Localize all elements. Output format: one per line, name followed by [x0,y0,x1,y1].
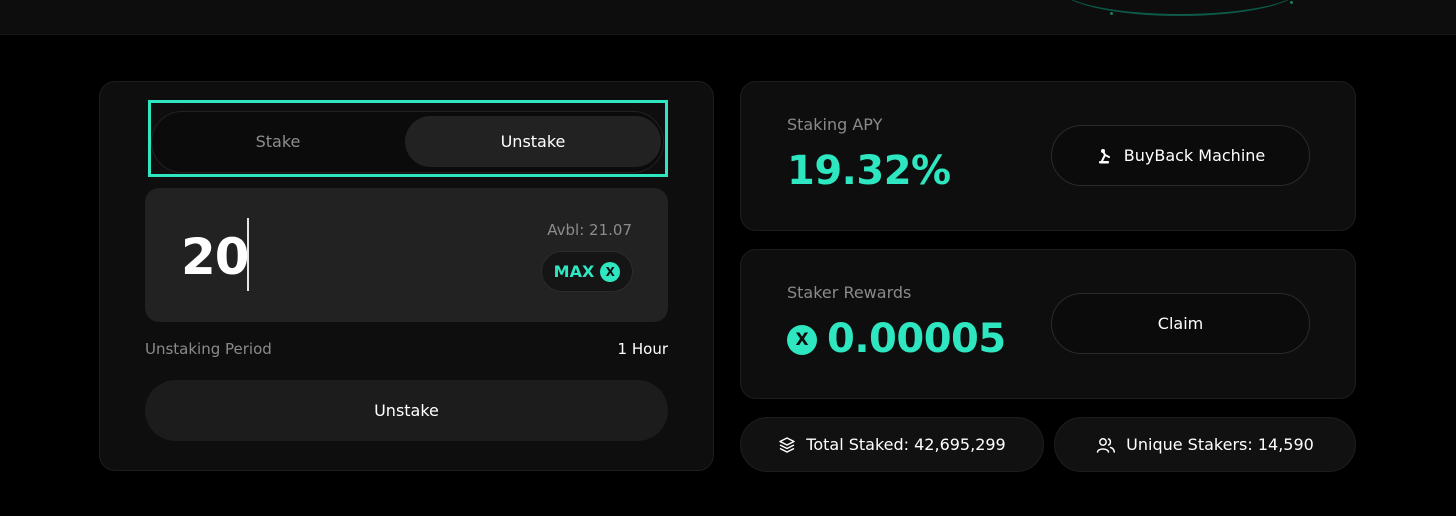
unique-stakers-text: Unique Stakers: 14,590 [1126,435,1314,454]
amount-input[interactable]: 20 [181,222,250,292]
glow-dot [1110,12,1113,15]
max-label: MAX [553,262,595,281]
unstaking-period-label: Unstaking Period [145,340,272,358]
total-staked-text: Total Staked: 42,695,299 [806,435,1006,454]
x-token-icon: X [787,325,817,355]
total-staked-stat: Total Staked: 42,695,299 [740,417,1044,472]
staker-rewards-value: 0.00005 [827,316,1006,362]
tab-stake[interactable]: Stake [152,116,404,167]
users-icon [1096,436,1116,454]
x-token-icon: X [600,261,621,282]
buyback-machine-button[interactable]: BuyBack Machine [1051,125,1310,186]
unique-stakers-stat: Unique Stakers: 14,590 [1054,417,1356,472]
tab-unstake[interactable]: Unstake [405,116,661,167]
claim-button[interactable]: Claim [1051,293,1310,354]
header-glow-decoration [1060,0,1300,16]
staking-apy-value: 19.32% [787,148,951,194]
top-header [0,0,1456,35]
stack-icon [778,436,796,454]
staking-apy-label: Staking APY [787,115,883,134]
unstaking-period-value: 1 Hour [617,340,668,358]
buyback-machine-label: BuyBack Machine [1123,146,1266,165]
glow-dot [1290,1,1293,4]
claim-label: Claim [1157,314,1204,333]
staker-rewards-label: Staker Rewards [787,283,912,302]
max-button[interactable]: MAX X [541,251,633,292]
text-caret [247,218,249,291]
robot-arm-icon [1096,147,1114,165]
available-balance: Avbl: 21.07 [547,221,632,239]
unstake-button[interactable]: Unstake [145,380,668,441]
